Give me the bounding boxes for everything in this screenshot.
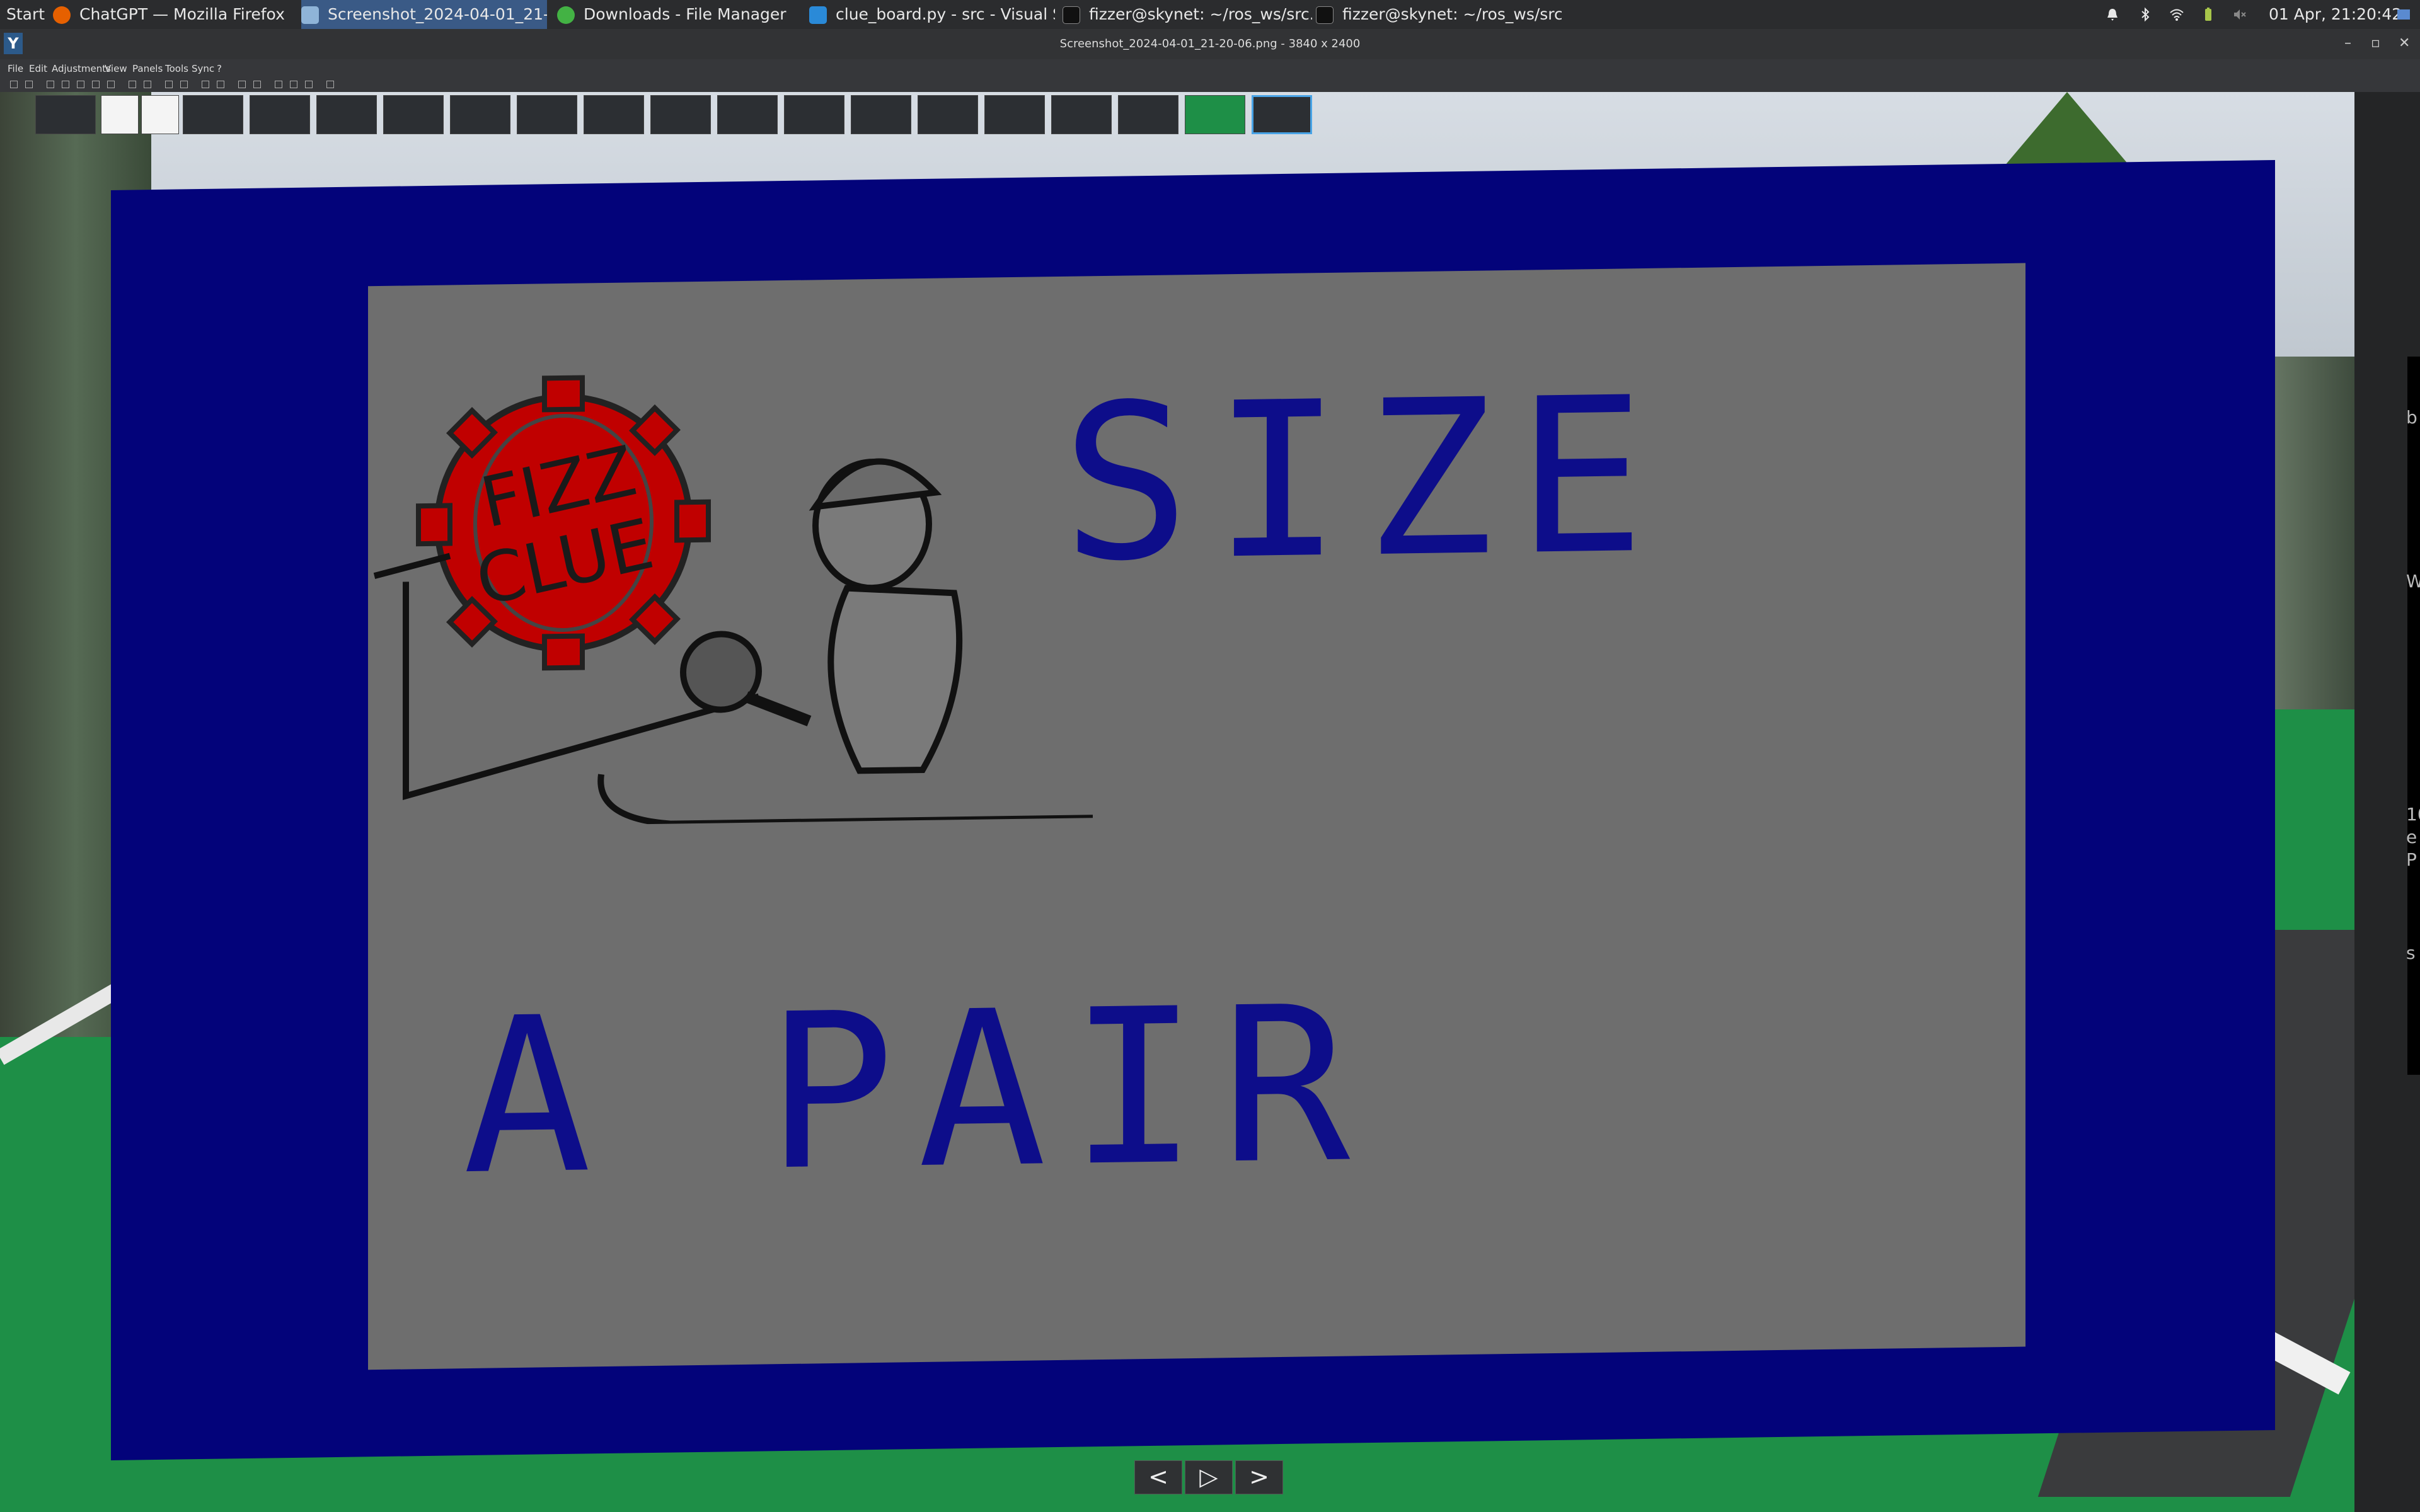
panel-text: s	[2406, 942, 2416, 963]
thumbnail[interactable]	[650, 95, 711, 134]
resize-icon[interactable]	[253, 81, 261, 88]
copy-icon[interactable]	[165, 81, 173, 88]
delete-icon[interactable]	[92, 81, 100, 88]
notification-bell-icon[interactable]	[2105, 7, 2120, 22]
menu-sync[interactable]: Sync	[192, 63, 214, 74]
panel-text: P	[2406, 849, 2417, 870]
thumbnail[interactable]	[316, 95, 377, 134]
thumbnail[interactable]	[717, 95, 778, 134]
thumbnail[interactable]	[517, 95, 577, 134]
task-firefox[interactable]: ChatGPT — Mozilla Firefox	[53, 0, 292, 29]
paste-icon[interactable]	[180, 81, 188, 88]
thumbnail[interactable]	[584, 95, 644, 134]
clue-top-word: SIZE	[1061, 351, 1668, 609]
thumbnail[interactable]	[1185, 95, 1245, 134]
panel-text: 10	[2406, 804, 2420, 825]
panel-text: b	[2406, 407, 2417, 428]
thumbnail[interactable]	[101, 95, 139, 134]
task-terminal-2[interactable]: fizzer@skynet: ~/ros_ws/src...	[1316, 0, 1562, 29]
download-icon	[557, 6, 575, 24]
thumbnail[interactable]	[984, 95, 1045, 134]
fullscreen-icon[interactable]	[275, 81, 282, 88]
zoom-in-icon[interactable]	[129, 81, 136, 88]
menubar: File Edit Adjustments View Panels Tools …	[0, 59, 2420, 78]
open-icon[interactable]	[47, 81, 54, 88]
show-desktop-icon[interactable]	[2396, 7, 2411, 22]
thumbnail[interactable]	[250, 95, 310, 134]
folder-icon[interactable]	[62, 81, 69, 88]
menu-panels[interactable]: Panels	[132, 63, 163, 74]
filter-icon[interactable]	[107, 81, 115, 88]
save-icon[interactable]	[77, 81, 84, 88]
thumbnail[interactable]	[1051, 95, 1112, 134]
volume-muted-icon[interactable]	[2232, 7, 2247, 22]
thumbnail[interactable]	[851, 95, 911, 134]
rotate-left-icon[interactable]	[202, 81, 209, 88]
task-terminal-1[interactable]: fizzer@skynet: ~/ros_ws/src...	[1063, 0, 1312, 29]
bluetooth-icon[interactable]	[2138, 7, 2153, 22]
zoom-out-icon[interactable]	[144, 81, 151, 88]
toolbar	[0, 78, 2420, 92]
panel-text: W	[2406, 571, 2420, 592]
thumbnail[interactable]	[183, 95, 243, 134]
clue-bottom-word: A PAIR	[463, 960, 1373, 1223]
rotate-right-icon[interactable]	[217, 81, 224, 88]
clue-board: FIZZ CLUE SIZE A PAIR	[368, 263, 2025, 1370]
thumbnail[interactable]	[141, 95, 179, 134]
forward-icon[interactable]	[25, 81, 33, 88]
image-viewer[interactable]: FIZZ CLUE SIZE A PAIR < ▷ >	[0, 92, 2354, 1512]
clock[interactable]: 01 Apr, 21:20:42	[2269, 0, 2402, 29]
terminal-icon	[1316, 6, 1334, 24]
menu-adjustments[interactable]: Adjustments	[52, 63, 111, 74]
battery-icon[interactable]	[2201, 7, 2216, 22]
thumbnail[interactable]	[918, 95, 978, 134]
start-button[interactable]: Start	[3, 0, 49, 29]
fizz-clue-logo: FIZZ CLUE	[373, 375, 1093, 827]
map-pin-icon[interactable]	[326, 81, 334, 88]
minimize-button[interactable]: –	[2344, 35, 2351, 51]
taskbar: Start ChatGPT — Mozilla Firefox Screensh…	[0, 0, 2420, 29]
thumbnail[interactable]	[450, 95, 510, 134]
window-title: Screenshot_2024-04-01_21-20-06.png - 384…	[1059, 37, 1361, 50]
firefox-icon	[53, 6, 71, 24]
vscode-icon	[809, 6, 827, 24]
window-titlebar: Y Screenshot_2024-04-01_21-20-06.png - 3…	[0, 29, 2420, 59]
wifi-icon[interactable]	[2169, 7, 2184, 22]
close-button[interactable]: ✕	[2399, 35, 2410, 51]
slideshow-play-button[interactable]: ▷	[1185, 1460, 1233, 1494]
next-image-button[interactable]: >	[1235, 1460, 1283, 1494]
maximize-button[interactable]: ▫	[2371, 35, 2380, 51]
thumbnail[interactable]	[35, 95, 96, 134]
thumbnail[interactable]	[1118, 95, 1178, 134]
terminal-icon	[1063, 6, 1080, 24]
clue-sign: FIZZ CLUE SIZE A PAIR	[111, 160, 2275, 1460]
right-side-panel: b W 10 e P s	[2354, 92, 2420, 1512]
fit-icon[interactable]	[290, 81, 297, 88]
menu-file[interactable]: File	[8, 63, 23, 74]
menu-view[interactable]: View	[105, 63, 127, 74]
menu-tools[interactable]: Tools	[165, 63, 188, 74]
prev-image-button[interactable]: <	[1134, 1460, 1182, 1494]
task-file-manager[interactable]: Downloads - File Manager	[557, 0, 790, 29]
terminal-preview	[2407, 357, 2420, 1075]
back-icon[interactable]	[10, 81, 18, 88]
task-vscode[interactable]: clue_board.py - src - Visual S...	[809, 0, 1055, 29]
thumbnail[interactable]	[383, 95, 444, 134]
thumbnail[interactable]	[784, 95, 844, 134]
panel-text: e	[2406, 827, 2417, 847]
task-screenshot-viewer[interactable]: Screenshot_2024-04-01_21-...	[301, 0, 547, 29]
thumbnail-selected[interactable]	[1252, 95, 1312, 134]
menu-help[interactable]: ?	[217, 63, 222, 74]
gear-icon: FIZZ CLUE	[416, 375, 711, 671]
crop-icon[interactable]	[238, 81, 246, 88]
pine-tree	[1998, 92, 2136, 174]
actual-size-icon[interactable]	[305, 81, 313, 88]
menu-edit[interactable]: Edit	[29, 63, 47, 74]
image-viewer-icon	[301, 6, 319, 24]
